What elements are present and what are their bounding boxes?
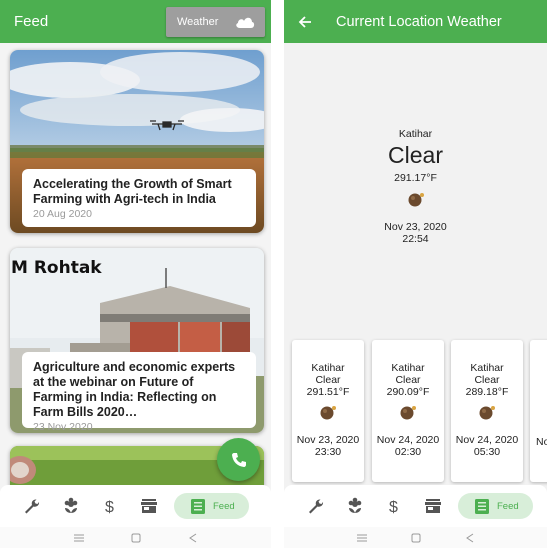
forecast-condition: Clear	[395, 374, 421, 386]
cloud-icon	[236, 17, 255, 28]
nav-market[interactable]	[423, 496, 443, 516]
svg-text:$: $	[389, 499, 398, 515]
current-city: Katihar	[398, 128, 433, 140]
forecast-date: Nov 24, 2020	[455, 434, 519, 446]
root: Feed Weather Accelerating the Growth of …	[0, 0, 547, 548]
nav-crops[interactable]	[61, 496, 81, 516]
current-weather: Katihar Clear 291.17°F Nov 23, 2020 22:5…	[284, 128, 547, 245]
menu-icon[interactable]	[356, 534, 368, 542]
forecast-card: Katihar Clear 291.51°F Nov 23, 2020 23:3…	[292, 340, 364, 482]
forecast-temp: 290.09°F	[386, 386, 430, 398]
forecast-condition: Clear	[315, 374, 341, 386]
card-overlay-text: M Rohtak	[11, 258, 102, 278]
bottom-navigation: $ Feed	[284, 485, 547, 527]
forecast-date: Nov 23, 2020	[296, 434, 360, 446]
forecast-time: 05:30	[473, 446, 501, 458]
dollar-icon: $	[105, 499, 114, 515]
nav-feed[interactable]: Feed	[174, 493, 249, 519]
current-date-text: Nov 23, 2020	[384, 221, 447, 233]
feed-title: Feed	[14, 13, 49, 30]
card-date: 23 Nov 2020	[33, 421, 93, 433]
arrow-back-icon	[298, 15, 311, 28]
home-icon[interactable]	[411, 533, 421, 543]
feed-screen: Feed Weather Accelerating the Growth of …	[0, 0, 271, 548]
card-headline: Agriculture and economic experts at the …	[33, 360, 236, 419]
weather-appbar: Current Location Weather	[284, 0, 547, 43]
menu-icon[interactable]	[73, 534, 85, 542]
forecast-temp: 289.18°F	[465, 386, 509, 398]
forecast-date: Nov 24, 2020	[376, 434, 440, 446]
current-time-text: 22:54	[402, 233, 429, 245]
dollar-icon: $	[389, 499, 398, 515]
feed-card[interactable]: M Rohtak Agriculture and economic expert…	[10, 248, 264, 433]
current-date: Nov 23, 2020 22:54	[284, 221, 547, 245]
wrench-icon	[309, 499, 324, 514]
card-caption: Agriculture and economic experts at the …	[22, 352, 256, 433]
weather-button[interactable]: Weather	[166, 7, 265, 37]
call-button[interactable]	[217, 438, 260, 481]
nav-market[interactable]	[139, 496, 159, 516]
current-condition: Clear	[388, 142, 443, 168]
back-button[interactable]	[294, 11, 316, 33]
forecast-card: Katihar Clear 289.18°F Nov 24, 2020 05:3…	[451, 340, 523, 482]
wrench-icon	[25, 499, 40, 514]
nav-crops[interactable]	[345, 496, 365, 516]
home-icon[interactable]	[131, 533, 141, 543]
weather-clear-icon	[400, 406, 416, 420]
flower-icon	[348, 497, 362, 513]
bottom-navigation: $ Feed	[0, 485, 271, 527]
store-icon	[141, 499, 157, 513]
forecast-temp: 291.51°F	[306, 386, 350, 398]
forecast-time: 02:30	[394, 446, 422, 458]
card-headline: Accelerating the Growth of Smart Farming…	[33, 177, 232, 206]
forecast-city: Katihar	[311, 362, 345, 374]
forecast-card: Katihar Clear 290.09°F Nov 24, 2020 02:3…	[372, 340, 444, 482]
feed-icon	[191, 498, 205, 514]
weather-clear-icon	[320, 406, 336, 420]
system-navigation	[284, 527, 547, 548]
nav-feed[interactable]: Feed	[458, 493, 533, 519]
weather-button-label: Weather	[177, 16, 219, 28]
feed-appbar: Feed Weather	[0, 0, 271, 43]
nav-feed-label: Feed	[497, 500, 519, 512]
card-caption: Accelerating the Growth of Smart Farming…	[22, 169, 256, 227]
flower-icon	[64, 497, 78, 513]
feed-card[interactable]: Accelerating the Growth of Smart Farming…	[10, 50, 264, 233]
nav-feed-label: Feed	[213, 500, 235, 512]
forecast-condition: Clear	[474, 374, 500, 386]
weather-title: Current Location Weather	[336, 13, 502, 30]
phone-icon	[231, 452, 246, 467]
nav-tools[interactable]	[22, 496, 42, 516]
weather-clear-icon	[408, 193, 424, 207]
forecast-date-partial: No	[536, 436, 547, 448]
forecast-time: 23:30	[314, 446, 342, 458]
svg-text:$: $	[105, 499, 114, 515]
system-navigation	[0, 527, 271, 548]
forecast-city: Katihar	[470, 362, 504, 374]
store-icon	[425, 499, 441, 513]
feed-icon	[475, 498, 489, 514]
nav-prices[interactable]: $	[100, 496, 120, 516]
nav-tools[interactable]	[306, 496, 326, 516]
back-icon[interactable]	[188, 533, 198, 543]
forecast-card-partial: No	[530, 340, 547, 482]
divider	[271, 0, 284, 548]
weather-clear-icon	[479, 406, 495, 420]
current-temp: 291.17°F	[394, 172, 437, 184]
weather-screen: Current Location Weather Katihar Clear 2…	[284, 0, 547, 548]
back-icon[interactable]	[465, 533, 475, 543]
forecast-city: Katihar	[391, 362, 425, 374]
card-date: 20 Aug 2020	[33, 208, 92, 220]
nav-prices[interactable]: $	[384, 496, 404, 516]
